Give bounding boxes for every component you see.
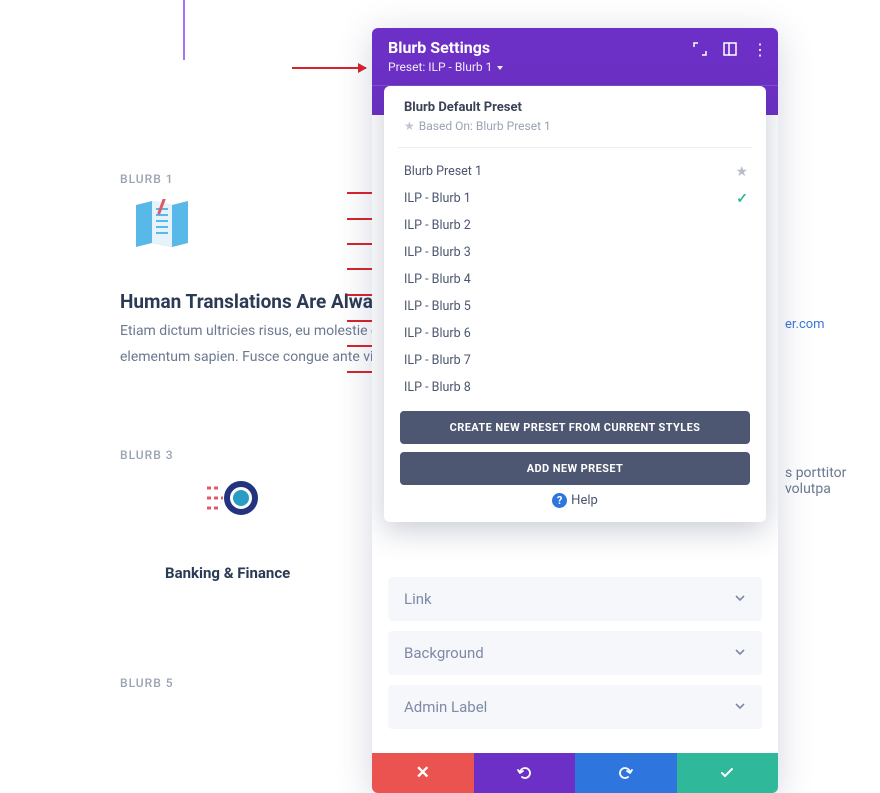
preset-selected: ILP - Blurb 1 [428,60,492,74]
section-link-label: Link [404,590,432,608]
preset-item-label: ILP - Blurb 5 [404,299,471,314]
preset-item[interactable]: Blurb Preset 1 ★ [384,158,766,185]
divider [398,147,752,148]
section-background-label: Background [404,644,484,662]
modal-action-bar: ✕ [372,753,778,793]
section-label-blurb5: BLURB 5 [120,676,174,690]
star-icon: ★ [404,119,415,133]
preset-item-label: ILP - Blurb 6 [404,326,471,341]
preset-item-label: ILP - Blurb 7 [404,353,471,368]
preset-item-label: ILP - Blurb 8 [404,380,471,395]
default-preset-title[interactable]: Blurb Default Preset [404,100,746,115]
preset-item[interactable]: ILP - Blurb 3 [384,239,766,266]
preset-item[interactable]: ILP - Blurb 5 [384,293,766,320]
preset-selector[interactable]: Preset: ILP - Blurb 1 [388,60,762,74]
preset-item-label: ILP - Blurb 1 [404,191,471,206]
undo-button[interactable] [474,753,576,793]
preset-prefix: Preset: [388,60,425,74]
preset-item[interactable]: ILP - Blurb 8 [384,374,766,401]
preset-item-label: ILP - Blurb 3 [404,245,471,260]
preset-item[interactable]: ILP - Blurb 6 [384,320,766,347]
help-link[interactable]: ?Help [384,493,766,508]
create-preset-button[interactable]: CREATE NEW PRESET FROM CURRENT STYLES [400,411,750,444]
panel-toggle-icon[interactable] [722,41,738,57]
preset-item[interactable]: ILP - Blurb 7 [384,347,766,374]
finance-icon [205,478,263,518]
caret-down-icon [497,66,503,70]
add-preset-button[interactable]: ADD NEW PRESET [400,452,750,485]
preset-item[interactable]: ILP - Blurb 4 [384,266,766,293]
preset-based-on: ★Based On: Blurb Preset 1 [404,119,746,133]
annotation-arrow [292,67,366,69]
preset-item[interactable]: ILP - Blurb 1 ✓ [384,185,766,212]
redo-button[interactable] [575,753,677,793]
section-admin-label[interactable]: Admin Label [388,685,762,729]
modal-header: Blurb Settings Preset: ILP - Blurb 1 ⋮ [372,28,778,85]
kebab-menu-icon[interactable]: ⋮ [752,41,768,57]
map-icon [132,199,192,249]
cancel-button[interactable]: ✕ [372,753,474,793]
star-icon: ★ [735,164,748,180]
preset-list: Blurb Preset 1★ILP - Blurb 1✓ILP - Blurb… [384,154,766,407]
check-icon: ✓ [736,191,748,207]
page-edit-indicator [183,0,185,60]
section-background[interactable]: Background [388,631,762,675]
section-label-blurb1: BLURB 1 [120,172,174,186]
chevron-down-icon [734,590,746,608]
help-icon: ? [552,493,567,508]
blurb3-title: Banking & Finance [165,564,290,582]
chevron-down-icon [734,644,746,662]
preset-dropdown: Blurb Default Preset ★Based On: Blurb Pr… [384,86,766,522]
preset-item-label: ILP - Blurb 4 [404,272,471,287]
expand-icon[interactable] [692,41,708,57]
preset-item[interactable]: ILP - Blurb 2 [384,212,766,239]
link-fragment: er.com [785,317,825,332]
preset-item-label: ILP - Blurb 2 [404,218,471,233]
save-button[interactable] [677,753,779,793]
section-link[interactable]: Link [388,577,762,621]
text-fragment: s porttitor volutpa [785,465,880,497]
section-label-blurb3: BLURB 3 [120,448,174,462]
settings-modal: Blurb Settings Preset: ILP - Blurb 1 ⋮ L… [372,28,778,793]
preset-item-label: Blurb Preset 1 [404,164,482,179]
